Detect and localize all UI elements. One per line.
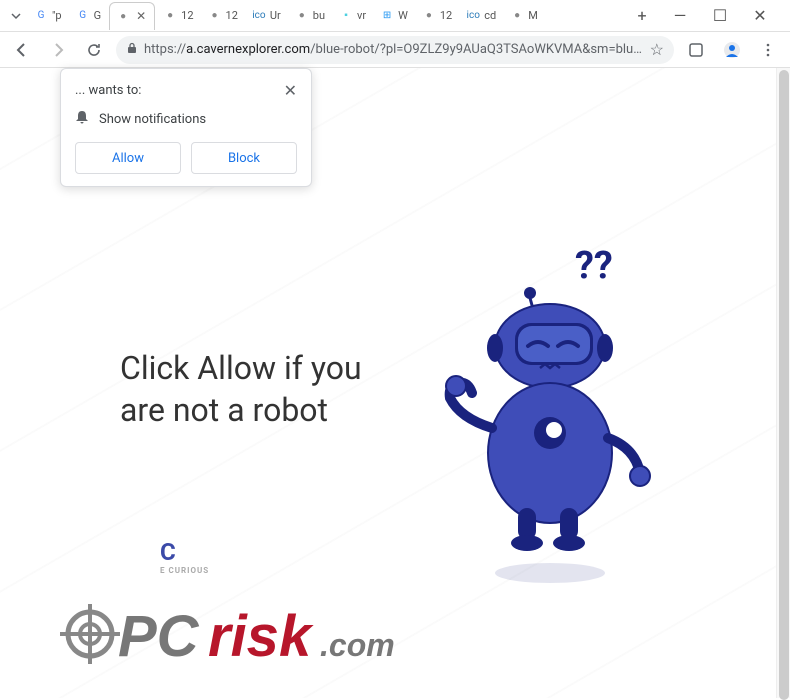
tab-favicon-icon: ● (208, 9, 222, 23)
tabs-row: G"pGG●✕●12●12icoUr●bu▪vr⊞W●12icocd●M (28, 0, 630, 31)
bell-icon (75, 110, 89, 128)
block-button[interactable]: Block (191, 142, 297, 174)
url-scheme: https:// (144, 42, 186, 57)
svg-text:.com: .com (320, 627, 395, 663)
close-window-button[interactable]: ✕ (746, 4, 774, 28)
permission-buttons: Allow Block (75, 142, 297, 174)
tab-title: 12 (226, 9, 238, 22)
browser-tab[interactable]: ●✕ (109, 2, 155, 30)
forward-button[interactable] (44, 36, 72, 64)
window-controls: — ☐ ✕ (654, 4, 786, 28)
browser-tab[interactable]: ▪ vr (333, 2, 372, 30)
tab-title: cd (484, 9, 496, 22)
pcrisk-watermark-logo: PC risk .com (60, 594, 440, 678)
svg-text:PC: PC (118, 604, 200, 669)
window-titlebar: G"pGG●✕●12●12icoUr●bu▪vr⊞W●12icocd●M + —… (0, 0, 790, 32)
browser-tab[interactable]: ● 12 (202, 2, 244, 30)
new-tab-button[interactable]: + (630, 4, 654, 28)
url-text: https://a.cavernexplorer.com/blue-robot/… (144, 42, 644, 57)
tab-title: 12 (181, 9, 193, 22)
tab-favicon-icon: ico (252, 9, 266, 23)
lock-icon (126, 42, 138, 57)
url-host: a.cavernexplorer.com (186, 42, 310, 57)
bookmark-star-icon[interactable]: ☆ (650, 40, 664, 59)
close-icon[interactable]: ✕ (284, 81, 297, 100)
tab-favicon-icon: G (76, 9, 90, 23)
browser-tab[interactable]: ●M (504, 2, 544, 30)
site-logo: C E CURIOUS (160, 538, 209, 575)
permission-body: Show notifications (75, 110, 297, 128)
permission-title: ... wants to: (75, 83, 141, 98)
tab-favicon-icon: ● (510, 9, 524, 23)
main-heading: Click Allow if you are not a robot (120, 348, 380, 431)
browser-tab[interactable]: ● bu (289, 2, 331, 30)
maximize-button[interactable]: ☐ (706, 4, 734, 28)
tab-favicon-icon: ▪ (339, 9, 353, 23)
tab-title: bu (313, 9, 325, 22)
tab-favicon-icon: G (34, 9, 48, 23)
permission-header: ... wants to: ✕ (75, 81, 297, 100)
tab-title: M (528, 9, 538, 22)
question-marks-icon: ?? (575, 244, 613, 288)
scrollbar[interactable] (776, 68, 790, 698)
tab-title: W (398, 9, 408, 22)
tab-title: vr (357, 9, 366, 22)
browser-tab[interactable]: ⊞W (374, 2, 414, 30)
reload-button[interactable] (80, 36, 108, 64)
tab-favicon-icon: ico (466, 9, 480, 23)
robot-illustration: ?? (400, 238, 680, 588)
back-button[interactable] (8, 36, 36, 64)
allow-button[interactable]: Allow (75, 142, 181, 174)
browser-tab[interactable]: G "p (28, 2, 68, 30)
notification-permission-dialog: ... wants to: ✕ Show notifications Allow… (60, 68, 312, 187)
tab-favicon-icon: ● (116, 9, 130, 23)
browser-tab[interactable]: GG (70, 2, 108, 30)
tab-title: "p (52, 9, 62, 22)
menu-icon[interactable] (754, 36, 782, 64)
scrollbar-thumb[interactable] (779, 70, 789, 700)
tab-favicon-icon: ⊞ (380, 9, 394, 23)
profile-avatar-icon[interactable] (718, 36, 746, 64)
tab-title: Ur (270, 9, 281, 22)
minimize-button[interactable]: — (666, 4, 694, 28)
tab-favicon-icon: ● (295, 9, 309, 23)
tab-search-dropdown[interactable] (4, 11, 28, 21)
permission-body-text: Show notifications (99, 112, 206, 127)
svg-text:risk: risk (208, 604, 314, 669)
url-path: /blue-robot/?pl=O9ZLZ9y9AUaQ3TSAoWKVMA&s… (310, 42, 643, 57)
browser-tab[interactable]: ● 12 (416, 2, 458, 30)
browser-toolbar: https://a.cavernexplorer.com/blue-robot/… (0, 32, 790, 68)
address-bar[interactable]: https://a.cavernexplorer.com/blue-robot/… (116, 36, 674, 64)
tab-title: G (94, 9, 102, 22)
tab-title: 12 (440, 9, 452, 22)
site-logo-subtitle: E CURIOUS (160, 566, 209, 575)
browser-tab[interactable]: ● 12 (157, 2, 199, 30)
tab-favicon-icon: ● (163, 9, 177, 23)
browser-tab[interactable]: ico Ur (246, 2, 287, 30)
browser-tab[interactable]: icocd (460, 2, 502, 30)
extensions-icon[interactable] (682, 36, 710, 64)
site-logo-letter: C (160, 538, 176, 566)
tab-favicon-icon: ● (422, 9, 436, 23)
tab-close-icon[interactable]: ✕ (134, 9, 148, 23)
